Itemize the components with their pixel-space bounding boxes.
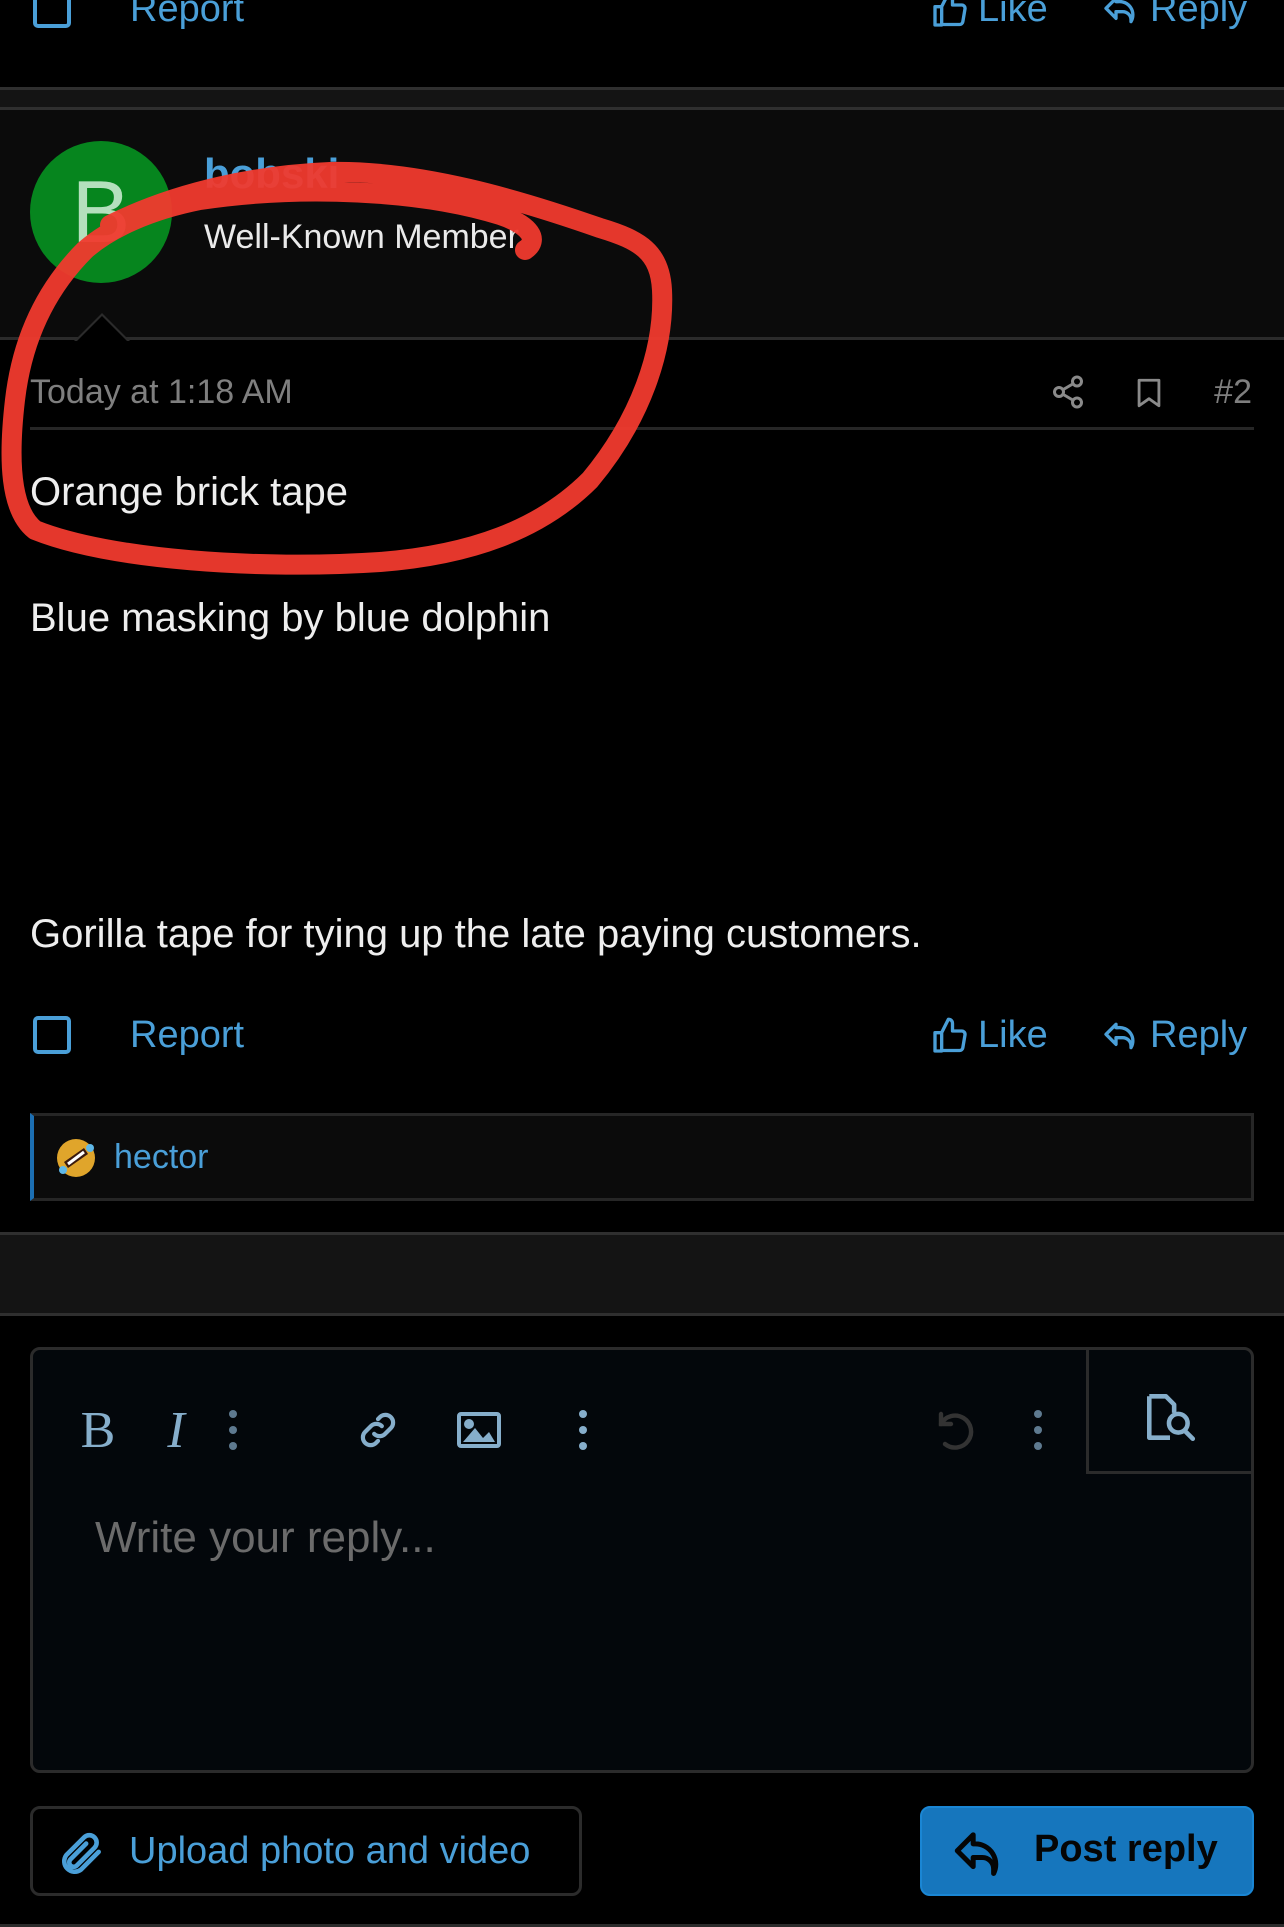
post-meta: Today at 1:18 AM #2 (30, 360, 1254, 430)
body-line: Blue masking by blue dolphin (30, 596, 551, 640)
undo-icon (938, 1411, 974, 1450)
post-header: B bobski Well-Known Member (0, 110, 1284, 341)
like-label: Like (978, 1014, 1048, 1056)
user-title: Well-Known Member (204, 218, 519, 256)
reply-editor: B I Write your reply... (30, 1347, 1254, 1773)
reply-label: Reply (1150, 1014, 1248, 1056)
italic-button[interactable]: I (151, 1400, 201, 1460)
laughing-emoji-icon (57, 1139, 95, 1177)
reply-arrow-icon (1104, 1022, 1135, 1049)
body-line: Orange brick tape (30, 470, 348, 514)
section-separator (0, 1232, 1284, 1316)
post-reply-label: Post reply (1034, 1828, 1218, 1870)
more-insert-options-button[interactable] (563, 1400, 603, 1460)
post-timestamp[interactable]: Today at 1:18 AM (30, 373, 293, 412)
reply-arrow-icon (1104, 0, 1135, 23)
bold-button[interactable]: B (73, 1400, 123, 1460)
more-vertical-icon (1034, 1410, 1042, 1450)
reaction-users-link[interactable]: hector (114, 1138, 209, 1177)
preview-button[interactable] (1086, 1350, 1251, 1474)
more-text-options-button[interactable] (213, 1400, 253, 1460)
thumbs-up-icon (933, 1017, 967, 1053)
select-checkbox[interactable] (33, 1016, 71, 1054)
report-link[interactable]: Report (130, 0, 244, 31)
post-number[interactable]: #2 (1214, 373, 1252, 412)
reply-label: Reply (1150, 0, 1248, 30)
link-icon (360, 1412, 396, 1448)
avatar[interactable]: B (30, 141, 172, 283)
undo-button[interactable] (923, 1400, 983, 1460)
insert-image-button[interactable] (451, 1400, 507, 1460)
post-actions: Report Like Reply (0, 1010, 1284, 1090)
more-options-button[interactable] (1018, 1400, 1058, 1460)
body-line: Gorilla tape for tying up the late payin… (30, 912, 922, 956)
paperclip-icon (62, 1832, 101, 1874)
share-icon[interactable] (1050, 372, 1086, 412)
previous-post-actions: Report Like Reply (0, 0, 1284, 50)
like-button[interactable]: Like (930, 1014, 1048, 1057)
reply-button[interactable]: Reply (1100, 0, 1247, 31)
more-vertical-icon (229, 1410, 237, 1450)
reactions-bar[interactable]: hector (30, 1113, 1254, 1201)
preview-icon (1147, 1394, 1196, 1442)
report-link[interactable]: Report (130, 1014, 244, 1057)
image-icon (457, 1412, 501, 1448)
like-label: Like (978, 0, 1048, 30)
insert-link-button[interactable] (353, 1400, 403, 1460)
upload-label: Upload photo and video (129, 1829, 531, 1872)
like-button[interactable]: Like (930, 0, 1048, 31)
reply-input[interactable]: Write your reply... (95, 1513, 436, 1563)
header-caret (74, 313, 130, 341)
upload-media-button[interactable]: Upload photo and video (30, 1806, 582, 1896)
more-vertical-icon (579, 1410, 587, 1450)
reply-arrow-icon (954, 1832, 999, 1876)
post-separator (0, 87, 1284, 110)
username-link[interactable]: bobski (204, 150, 339, 198)
post-reply-button[interactable]: Post reply (920, 1806, 1254, 1896)
thumbs-up-icon (933, 0, 967, 27)
bookmark-icon[interactable] (1132, 372, 1166, 414)
reply-button[interactable]: Reply (1100, 1014, 1247, 1057)
select-checkbox[interactable] (33, 0, 71, 28)
